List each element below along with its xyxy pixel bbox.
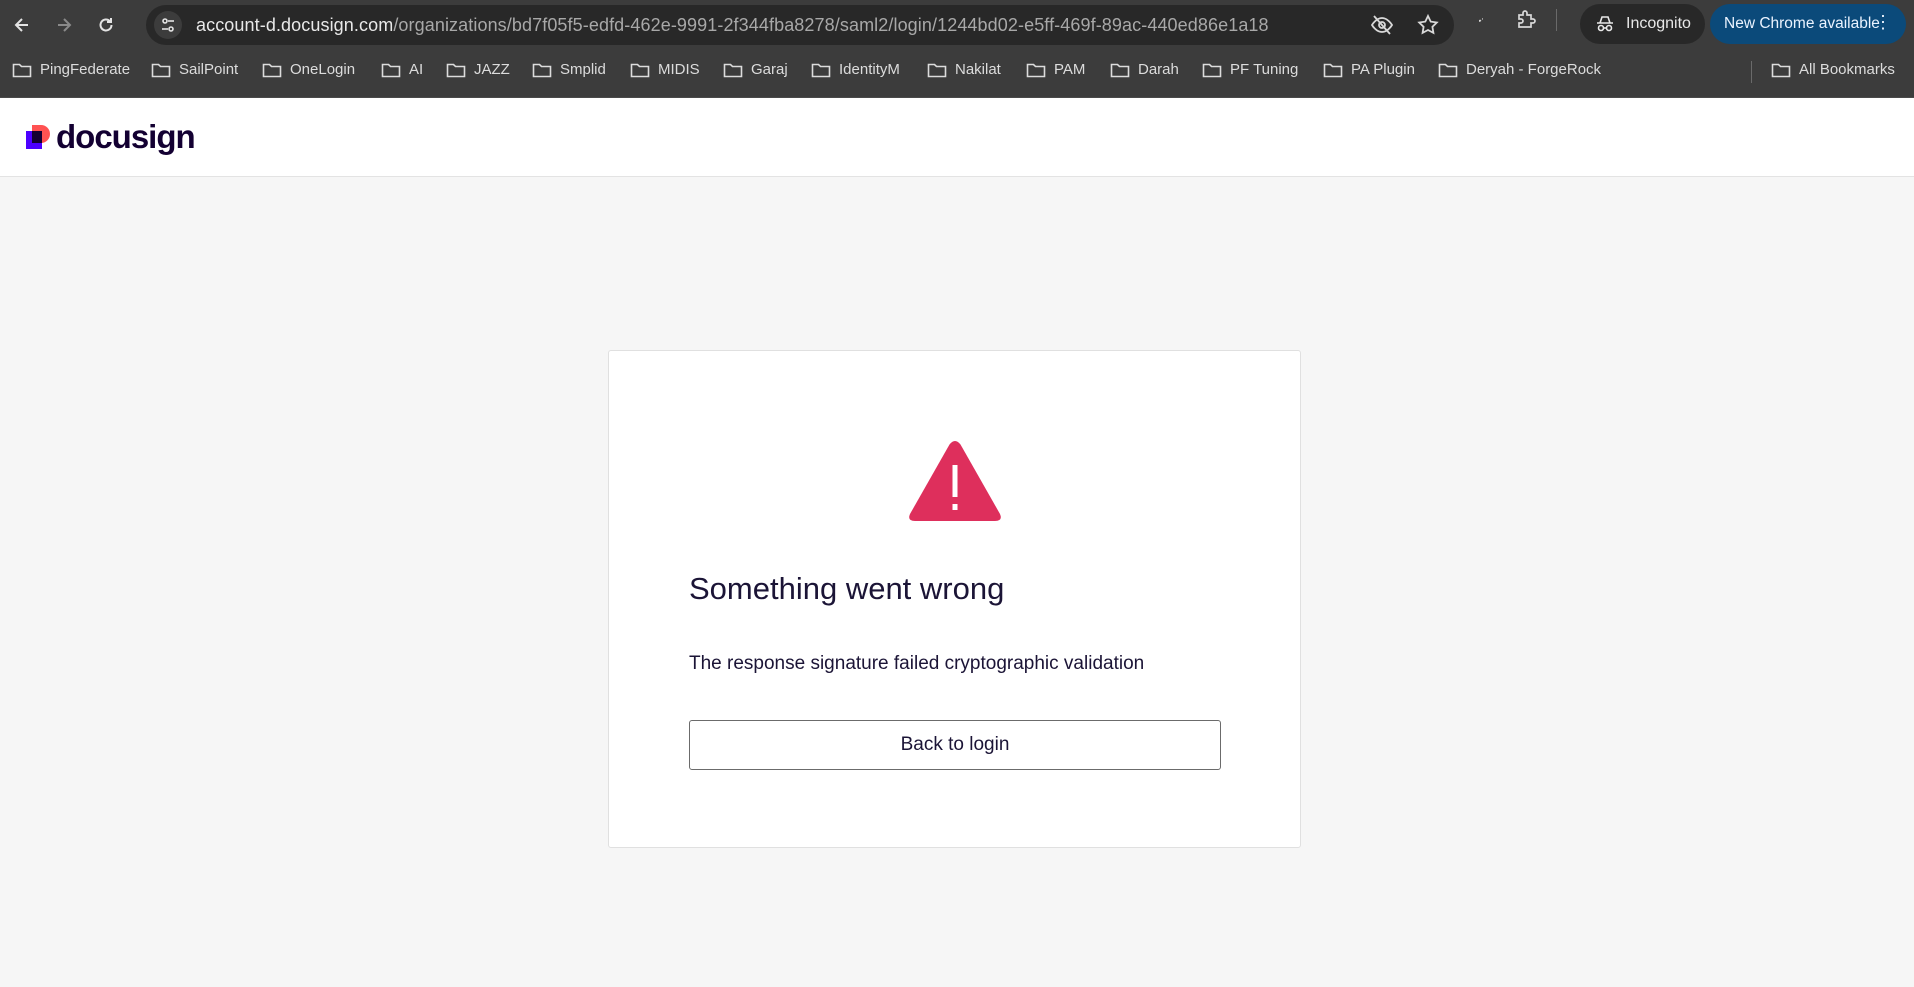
bookmark-label: IdentityM xyxy=(839,61,900,78)
folder-icon xyxy=(446,63,466,77)
warning-icon xyxy=(909,441,1001,521)
bookmark-label: Darah xyxy=(1138,61,1179,78)
reload-button[interactable] xyxy=(88,7,124,43)
arrow-left-icon xyxy=(14,17,28,32)
folder-icon xyxy=(381,63,401,77)
docusign-logo-mark xyxy=(26,125,50,149)
folder-icon xyxy=(1438,63,1458,77)
bookmark-folder[interactable]: PA Plugin xyxy=(1323,61,1415,78)
back-button[interactable] xyxy=(4,7,40,43)
all-bookmarks-button[interactable]: All Bookmarks xyxy=(1771,61,1895,78)
tab-search-icon[interactable] xyxy=(1472,8,1496,32)
bookmark-folder[interactable]: IdentityM xyxy=(811,61,900,78)
bookmark-label: PingFederate xyxy=(40,61,131,78)
bookmark-folder[interactable]: Nakilat xyxy=(927,61,1001,78)
all-bookmarks-label: All Bookmarks xyxy=(1799,61,1895,78)
address-bar[interactable]: account-d.docusign.com/organizations/bd7… xyxy=(146,5,1454,45)
bookmark-label: MIDIS xyxy=(658,61,700,78)
bookmark-label: Garaj xyxy=(751,61,788,78)
folder-icon xyxy=(1771,63,1791,77)
incognito-icon xyxy=(1597,16,1613,32)
bookmark-folder[interactable]: Darah xyxy=(1110,61,1179,78)
url-text[interactable]: account-d.docusign.com/organizations/bd7… xyxy=(196,15,1269,36)
folder-icon xyxy=(1323,63,1343,77)
docusign-logo[interactable]: docusign xyxy=(26,118,196,155)
star-icon[interactable] xyxy=(1416,13,1440,37)
new-chrome-available-button[interactable]: New Chrome available ⋮ xyxy=(1710,4,1906,44)
arrow-right-icon xyxy=(58,17,72,32)
folder-icon xyxy=(532,63,552,77)
bookmark-label: Nakilat xyxy=(955,61,1001,78)
bookmark-folder[interactable]: JAZZ xyxy=(446,61,510,78)
bookmark-label: PF Tuning xyxy=(1230,61,1299,78)
tune-icon xyxy=(162,18,174,32)
puzzle-icon[interactable] xyxy=(1514,8,1538,32)
bookmark-label: OneLogin xyxy=(290,61,356,78)
error-title: Something went wrong xyxy=(689,571,1005,606)
bookmark-label: JAZZ xyxy=(474,61,510,78)
forward-button[interactable] xyxy=(46,7,82,43)
reload-icon xyxy=(99,17,113,31)
folder-icon xyxy=(1026,63,1046,77)
folder-icon xyxy=(811,63,831,77)
bookmarks-separator xyxy=(1751,61,1752,83)
more-menu-icon[interactable]: ⋮ xyxy=(1874,13,1892,31)
eye-off-icon[interactable] xyxy=(1370,13,1394,37)
bookmark-folder[interactable]: Smplid xyxy=(532,61,606,78)
bookmark-folder[interactable]: PAM xyxy=(1026,61,1085,78)
folder-icon xyxy=(1202,63,1222,77)
toolbar-separator xyxy=(1556,9,1557,31)
bookmark-label: Smplid xyxy=(560,61,606,78)
bookmarks-bar: PingFederate SailPoint OneLogin AI JAZZ … xyxy=(0,49,1914,98)
folder-icon xyxy=(262,63,282,77)
new-chrome-label: New Chrome available xyxy=(1724,15,1880,32)
folder-icon xyxy=(630,63,650,77)
bookmark-folder[interactable]: AI xyxy=(381,61,423,78)
folder-icon xyxy=(927,63,947,77)
url-host: account-d.docusign.com xyxy=(196,14,394,35)
folder-icon xyxy=(723,63,743,77)
bookmark-folder[interactable]: SailPoint xyxy=(151,61,238,78)
folder-icon xyxy=(12,63,32,77)
bookmark-folder[interactable]: Deryah - ForgeRock xyxy=(1438,61,1601,78)
folder-icon xyxy=(1110,63,1130,77)
bookmark-label: SailPoint xyxy=(179,61,239,78)
bookmark-folder[interactable]: Garaj xyxy=(723,61,788,78)
incognito-label: Incognito xyxy=(1626,15,1691,32)
logo-wordmark: docusign xyxy=(56,118,196,155)
incognito-indicator[interactable]: Incognito xyxy=(1580,4,1705,44)
browser-toolbar: account-d.docusign.com/organizations/bd7… xyxy=(0,0,1914,49)
bookmark-folder[interactable]: OneLogin xyxy=(262,61,355,78)
site-info-button[interactable] xyxy=(154,11,182,39)
bookmark-folder[interactable]: PingFederate xyxy=(12,61,130,78)
bookmark-label: PA Plugin xyxy=(1351,61,1415,78)
bookmark-label: Deryah - ForgeRock xyxy=(1466,61,1602,78)
bookmark-folder[interactable]: PF Tuning xyxy=(1202,61,1298,78)
back-to-login-button[interactable]: Back to login xyxy=(689,720,1221,770)
bookmark-label: AI xyxy=(409,61,424,78)
bookmark-label: PAM xyxy=(1054,61,1086,78)
error-card: Something went wrong The response signat… xyxy=(608,350,1301,848)
url-path: /organizations/bd7f05f5-edfd-462e-9991-2… xyxy=(393,14,1269,35)
folder-icon xyxy=(151,63,171,77)
bookmark-folder[interactable]: MIDIS xyxy=(630,61,700,78)
page-header: docusign xyxy=(0,98,1914,177)
error-message: The response signature failed cryptograp… xyxy=(689,653,1145,674)
